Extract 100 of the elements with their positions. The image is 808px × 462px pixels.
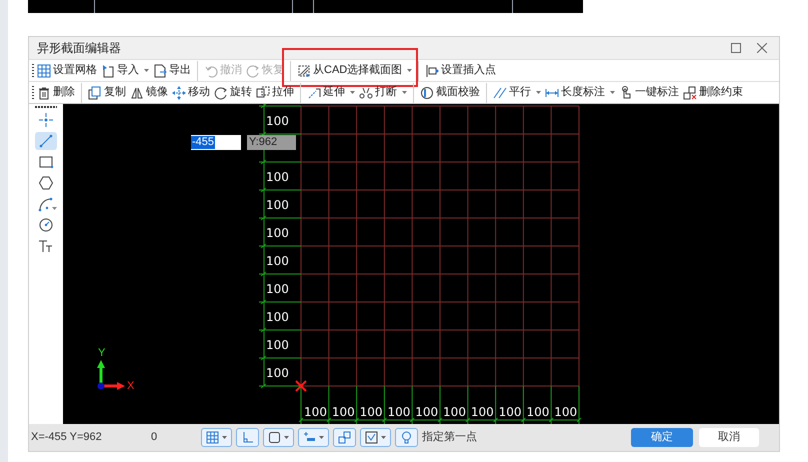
extend-icon — [307, 86, 321, 100]
toolbar-button[interactable]: 复制 — [81, 82, 128, 102]
grid-icon — [37, 64, 51, 78]
dimension-label: 100 — [525, 406, 550, 418]
caret-icon — [610, 91, 615, 94]
move-icon — [172, 86, 186, 100]
export-icon — [153, 64, 167, 78]
import-icon — [101, 64, 115, 78]
status-tool-button[interactable] — [236, 428, 259, 447]
undo-icon — [204, 64, 218, 78]
toolbar-button[interactable]: 镜像 — [128, 82, 170, 102]
status-tool-button[interactable] — [360, 428, 391, 447]
toolbar-button[interactable]: 长度标注 — [543, 82, 617, 102]
caret-icon — [284, 436, 289, 439]
trash-icon — [37, 86, 51, 100]
break-icon — [359, 86, 373, 100]
dimension-label: 100 — [266, 367, 289, 379]
point-icon — [38, 112, 54, 128]
dimension-label: 100 — [266, 115, 289, 127]
check-square-icon — [365, 431, 378, 444]
status-tool-button[interactable] — [263, 428, 294, 447]
window-title: 异形截面编辑器 — [37, 40, 121, 57]
rounded-square-icon — [268, 431, 281, 444]
text-tool-icon — [38, 238, 54, 254]
corner-icon — [241, 431, 254, 444]
status-value: 0 — [151, 430, 158, 446]
redo-icon — [246, 64, 260, 78]
ok-button[interactable]: 确定 — [631, 428, 693, 447]
x-coordinate-field[interactable]: -455 — [191, 135, 241, 150]
dimension-label: 100 — [414, 406, 440, 418]
origin-marker-icon — [295, 380, 307, 392]
hand-icon — [619, 86, 633, 100]
caret-icon — [407, 69, 412, 72]
dimension-label: 100 — [498, 406, 523, 418]
status-tool-button[interactable] — [298, 428, 329, 447]
dimension-label: 100 — [266, 227, 289, 239]
circle-icon — [38, 217, 54, 233]
axis-arrows-icon — [97, 360, 125, 390]
dimension-label: 100 — [553, 406, 578, 418]
rectangle-icon — [38, 154, 54, 170]
toolbar-button[interactable]: 一键标注 — [617, 82, 681, 102]
parallel-icon — [493, 86, 507, 100]
toolbar-button[interactable]: 移动 — [170, 82, 212, 102]
toolbar-button[interactable]: 截面校验 — [413, 82, 482, 102]
dimension-label: 100 — [266, 255, 289, 267]
toolbar-button[interactable]: 打断 — [357, 82, 409, 102]
toolbar-button[interactable]: 删除 — [35, 82, 77, 102]
caret-icon — [402, 91, 407, 94]
delete-constraint-icon — [683, 86, 697, 100]
toolbar-button[interactable]: 设置网格 — [35, 60, 99, 80]
caret-icon — [52, 207, 57, 210]
toolbar-button[interactable]: 延伸 — [300, 82, 357, 102]
dimension-label: 100 — [330, 406, 356, 418]
caret-icon — [222, 436, 227, 439]
y-coordinate-field[interactable]: Y:962 — [247, 135, 296, 150]
rotate-icon — [214, 86, 228, 100]
drawing-canvas[interactable]: Y X 100 100 100 100 100 100 100 100 100 100 100 100 100 100 100 100 100 100 100 -455 Y:962 — [63, 104, 779, 424]
toolbar-button[interactable]: 删除约束 — [681, 82, 745, 102]
coordinates-text: X=-455 Y=962 — [31, 430, 103, 446]
caret-icon — [319, 436, 324, 439]
toolbar-button[interactable]: 导出 — [151, 60, 193, 80]
prompt-text: 指定第一点 — [422, 430, 477, 446]
insert-point-icon — [425, 64, 440, 78]
dimension-label: 100 — [266, 283, 289, 295]
toolbar-button[interactable]: 平行 — [486, 82, 543, 102]
mirror-icon — [130, 86, 144, 100]
dimension-label: 100 — [386, 406, 412, 418]
arc-icon — [38, 196, 54, 212]
stretch-icon — [256, 86, 270, 100]
close-icon[interactable] — [757, 43, 767, 53]
toolbar-button[interactable]: 旋转 — [212, 82, 254, 102]
toolbar-grip-icon — [31, 63, 35, 78]
dimension-label: 100 — [442, 406, 467, 418]
shape-select-icon — [297, 64, 311, 78]
dimension-label: 100 — [358, 406, 384, 418]
axis-label: X — [127, 381, 134, 392]
status-tool-button[interactable] — [395, 428, 418, 447]
toolbar-button[interactable]: 拉伸 — [254, 82, 296, 102]
toolbar-grip-icon — [31, 85, 35, 100]
caret-icon — [381, 436, 386, 439]
dimension-label: 100 — [266, 339, 289, 351]
hexagon-icon — [38, 175, 54, 191]
dimension-label: 100 — [266, 199, 289, 211]
overlap-squares-icon — [338, 431, 351, 444]
caret-icon — [536, 91, 541, 94]
axis-label: Y — [98, 348, 106, 359]
status-tool-button[interactable] — [201, 428, 232, 447]
cancel-button[interactable]: 取消 — [699, 428, 759, 447]
dimension-label: 100 — [266, 311, 289, 323]
grid-icon — [206, 431, 219, 444]
line-icon — [38, 133, 54, 149]
copy-icon — [88, 86, 102, 100]
toolbar-button[interactable]: 导入 — [99, 60, 151, 80]
maximize-icon[interactable] — [731, 43, 741, 53]
status-tool-button[interactable] — [333, 428, 356, 447]
caret-icon — [144, 69, 149, 72]
snap-icon — [303, 431, 316, 444]
dimension-label: 100 — [303, 406, 328, 418]
section-check-icon — [420, 86, 434, 100]
lightbulb-icon — [400, 431, 413, 444]
